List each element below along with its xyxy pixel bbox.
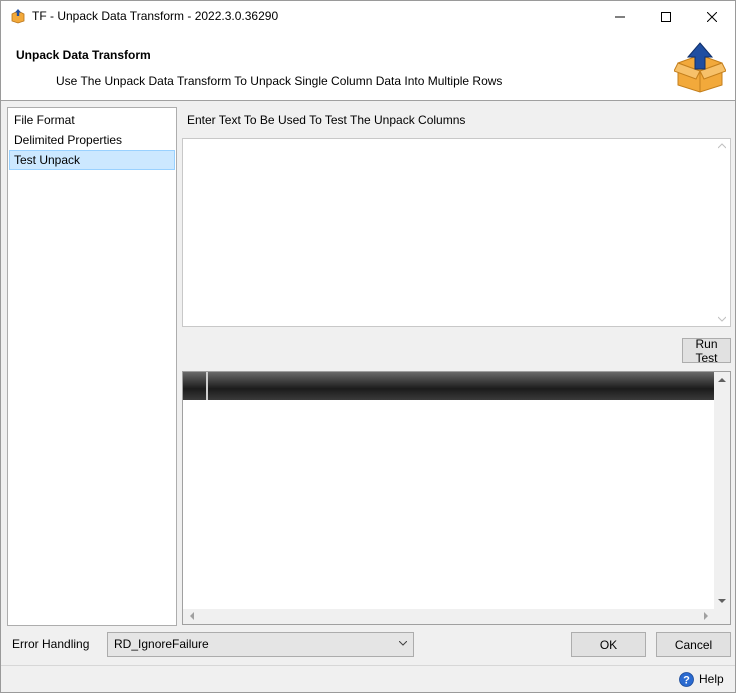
chevron-down-icon [399, 641, 407, 646]
nav-panel: File Format Delimited Properties Test Un… [7, 107, 177, 626]
ok-button[interactable]: OK [571, 632, 646, 657]
test-text-label: Enter Text To Be Used To Test The Unpack… [187, 113, 466, 127]
nav-item-test-unpack[interactable]: Test Unpack [9, 150, 175, 170]
error-handling-select[interactable]: RD_IgnoreFailure [107, 632, 414, 657]
test-text-scrollbar[interactable] [714, 139, 730, 326]
minimize-button[interactable] [597, 1, 643, 32]
grid-scroll-corner [714, 609, 730, 624]
minimize-icon [615, 16, 625, 17]
cancel-button[interactable]: Cancel [656, 632, 731, 657]
app-icon [11, 9, 25, 24]
page-subtitle: Use The Unpack Data Transform To Unpack … [56, 74, 503, 88]
grid-header [183, 372, 715, 400]
grid-horizontal-scrollbar[interactable] [183, 609, 715, 624]
scroll-down-icon[interactable] [718, 598, 726, 604]
scroll-up-icon[interactable] [718, 377, 726, 383]
help-icon[interactable]: ? [679, 672, 694, 687]
unpack-box-icon [674, 42, 726, 93]
error-handling-label: Error Handling [12, 637, 90, 651]
grid-row-header [183, 372, 208, 400]
window-title: TF - Unpack Data Transform - 2022.3.0.36… [32, 9, 279, 23]
error-handling-value: RD_IgnoreFailure [114, 637, 209, 651]
results-grid[interactable] [182, 371, 731, 625]
help-link[interactable]: Help [699, 672, 724, 686]
nav-item-delimited-properties[interactable]: Delimited Properties [9, 130, 175, 150]
scroll-right-icon[interactable] [703, 612, 709, 620]
page-title: Unpack Data Transform [16, 48, 151, 62]
scroll-up-icon[interactable] [718, 143, 726, 149]
grid-vertical-scrollbar[interactable] [714, 372, 730, 609]
run-test-button[interactable]: Run Test [682, 337, 731, 365]
close-icon [707, 11, 717, 22]
scroll-down-icon[interactable] [718, 316, 726, 322]
title-bar[interactable]: TF - Unpack Data Transform - 2022.3.0.36… [1, 1, 735, 32]
maximize-button[interactable] [643, 1, 689, 32]
dialog-window: TF - Unpack Data Transform - 2022.3.0.36… [0, 0, 736, 693]
nav-item-file-format[interactable]: File Format [9, 110, 175, 130]
svg-text:?: ? [683, 675, 690, 687]
test-text-input[interactable] [182, 138, 731, 327]
close-button[interactable] [689, 1, 735, 32]
status-bar: ? Help [1, 665, 735, 692]
scroll-left-icon[interactable] [189, 612, 195, 620]
dialog-header: Unpack Data Transform Use The Unpack Dat… [1, 32, 735, 101]
maximize-icon [661, 11, 671, 22]
